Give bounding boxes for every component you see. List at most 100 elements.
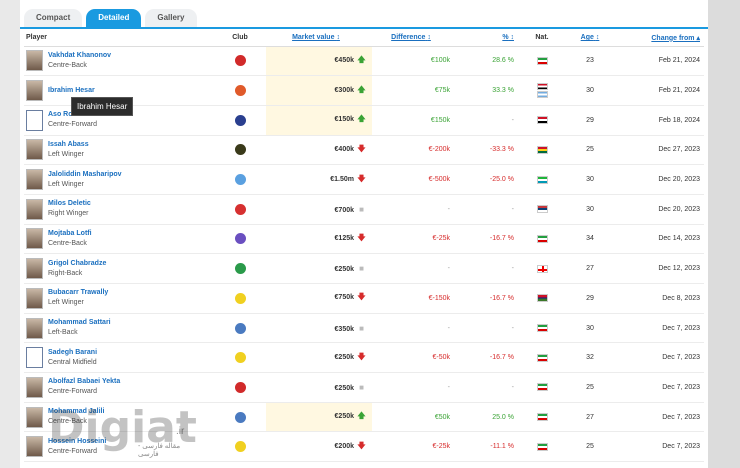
col-pct[interactable]: % ↕ bbox=[456, 30, 520, 47]
player-photo[interactable] bbox=[26, 169, 43, 191]
player-name-link[interactable]: Mohammad Sattari bbox=[48, 318, 111, 328]
flag-iran-icon bbox=[536, 353, 548, 362]
tab-detailed[interactable]: Detailed bbox=[86, 9, 142, 27]
player-name-link[interactable]: Issah Abass bbox=[48, 140, 89, 150]
table-row: Sadegh Barani Central Midfield €250k 🡇 €-… bbox=[24, 342, 704, 374]
club-crest-icon[interactable] bbox=[234, 144, 246, 156]
market-value[interactable]: €400k bbox=[335, 146, 354, 153]
market-value[interactable]: €125k bbox=[335, 235, 354, 242]
player-name-link[interactable]: Ibrahim Hesar bbox=[48, 86, 95, 96]
market-value-cell: €125k 🡇 bbox=[266, 224, 372, 255]
arrow-down-icon: 🡇 bbox=[357, 440, 366, 450]
pct-value: - bbox=[456, 372, 520, 403]
player-photo[interactable] bbox=[26, 50, 43, 72]
nationality-cell bbox=[520, 75, 564, 106]
market-value[interactable]: €350k bbox=[335, 326, 354, 333]
player-cell: Jaloliddin Masharipov Left Winger bbox=[24, 169, 214, 191]
pct-value: - bbox=[456, 253, 520, 284]
market-value[interactable]: €250k bbox=[335, 354, 354, 361]
club-crest-icon[interactable] bbox=[234, 263, 246, 275]
player-photo[interactable] bbox=[26, 198, 43, 220]
player-photo[interactable] bbox=[26, 228, 43, 250]
change-date: Dec 7, 2023 bbox=[616, 313, 704, 344]
market-value[interactable]: €1.50m bbox=[330, 176, 354, 183]
player-position: Centre-Forward bbox=[48, 447, 98, 455]
club-crest-icon[interactable] bbox=[234, 411, 246, 423]
player-position: Left Winger bbox=[48, 150, 84, 158]
player-name-link[interactable]: Hossein Hosseini bbox=[48, 437, 106, 447]
player-photo[interactable] bbox=[26, 347, 43, 369]
pct-value: -11.1 % bbox=[456, 431, 520, 463]
club-crest-icon[interactable] bbox=[234, 85, 246, 97]
market-value-cell: €250k ■ bbox=[266, 253, 372, 284]
market-value[interactable]: €250k bbox=[335, 385, 354, 392]
age-value: 25 bbox=[564, 135, 616, 166]
club-crest-icon[interactable] bbox=[234, 174, 246, 186]
player-photo[interactable] bbox=[26, 258, 43, 280]
change-date: Dec 8, 2023 bbox=[616, 283, 704, 314]
player-name-link[interactable]: Abolfazl Babaei Yekta bbox=[48, 377, 120, 387]
player-name-link[interactable]: Milos Deletic bbox=[48, 199, 91, 209]
age-value: 25 bbox=[564, 431, 616, 463]
club-crest-icon[interactable] bbox=[234, 55, 246, 67]
market-value-cell: €250k 🡇 bbox=[266, 342, 372, 374]
market-value[interactable]: €700k bbox=[335, 207, 354, 214]
market-value[interactable]: €250k bbox=[335, 266, 354, 273]
club-crest-icon[interactable] bbox=[234, 114, 246, 126]
market-value-cell: €200k 🡇 bbox=[266, 431, 372, 463]
arrow-down-icon: 🡇 bbox=[357, 351, 366, 361]
table-row: Jaloliddin Masharipov Left Winger €1.50m… bbox=[24, 164, 704, 195]
player-position: Right Winger bbox=[48, 210, 89, 218]
club-crest-icon[interactable] bbox=[234, 203, 246, 215]
club-crest-icon[interactable] bbox=[234, 352, 246, 364]
arrow-up-icon: 🡅 bbox=[357, 411, 366, 421]
nationality-cell bbox=[520, 224, 564, 255]
market-value[interactable]: €300k bbox=[335, 87, 354, 94]
market-value[interactable]: €200k bbox=[335, 443, 354, 450]
player-name-link[interactable]: Mohammad Jalili bbox=[48, 407, 104, 417]
player-photo[interactable] bbox=[26, 109, 43, 131]
nationality-cell bbox=[520, 283, 564, 314]
player-photo[interactable] bbox=[26, 436, 43, 458]
tab-compact[interactable]: Compact bbox=[24, 9, 83, 27]
sort-asc-icon: ▴ bbox=[696, 34, 700, 42]
col-age[interactable]: Age ↕ bbox=[564, 30, 616, 47]
view-tabs: Compact Detailed Gallery bbox=[24, 9, 197, 27]
player-photo[interactable] bbox=[26, 376, 43, 398]
club-crest-icon[interactable] bbox=[234, 322, 246, 334]
player-name-link[interactable]: Sadegh Barani bbox=[48, 348, 97, 358]
flag-serbia-icon bbox=[536, 205, 548, 214]
col-market-value[interactable]: Market value ↕ bbox=[266, 30, 372, 47]
player-name-link[interactable]: Mojtaba Lotfi bbox=[48, 229, 92, 239]
difference-value: - bbox=[372, 372, 456, 403]
club-crest-icon[interactable] bbox=[234, 381, 246, 393]
col-change-from[interactable]: Change from ▴ bbox=[616, 30, 704, 47]
player-name-link[interactable]: Jaloliddin Masharipov bbox=[48, 170, 122, 180]
player-photo[interactable] bbox=[26, 317, 43, 339]
table-row: Hossein Hosseini Centre-Forward €200k 🡇 €… bbox=[24, 431, 704, 463]
change-date: Dec 20, 2023 bbox=[616, 194, 704, 225]
no-change-icon: ■ bbox=[359, 204, 364, 214]
market-value[interactable]: €450k bbox=[335, 57, 354, 64]
nationality-cell bbox=[520, 46, 564, 77]
player-name-link[interactable]: Grigol Chabradze bbox=[48, 259, 106, 269]
tab-gallery[interactable]: Gallery bbox=[145, 9, 197, 27]
market-value[interactable]: €250k bbox=[335, 413, 354, 420]
player-photo[interactable] bbox=[26, 80, 43, 102]
player-photo[interactable] bbox=[26, 406, 43, 428]
market-value[interactable]: €150k bbox=[335, 116, 354, 123]
market-value[interactable]: €750k bbox=[335, 294, 354, 301]
change-date: Dec 7, 2023 bbox=[616, 372, 704, 403]
age-value: 29 bbox=[564, 283, 616, 314]
player-name-link[interactable]: Bubacarr Trawally bbox=[48, 288, 108, 298]
pct-value: 25.0 % bbox=[456, 402, 520, 433]
club-crest-icon[interactable] bbox=[234, 441, 246, 453]
club-crest-icon[interactable] bbox=[234, 292, 246, 304]
market-value-table: Player Club Market value ↕ Difference ↕ … bbox=[24, 30, 704, 463]
club-crest-icon[interactable] bbox=[234, 233, 246, 245]
player-name-link[interactable]: Vakhdat Khanonov bbox=[48, 51, 111, 61]
col-difference[interactable]: Difference ↕ bbox=[372, 30, 456, 47]
player-photo[interactable] bbox=[26, 139, 43, 161]
player-photo[interactable] bbox=[26, 287, 43, 309]
col-nat: Nat. bbox=[520, 30, 564, 47]
